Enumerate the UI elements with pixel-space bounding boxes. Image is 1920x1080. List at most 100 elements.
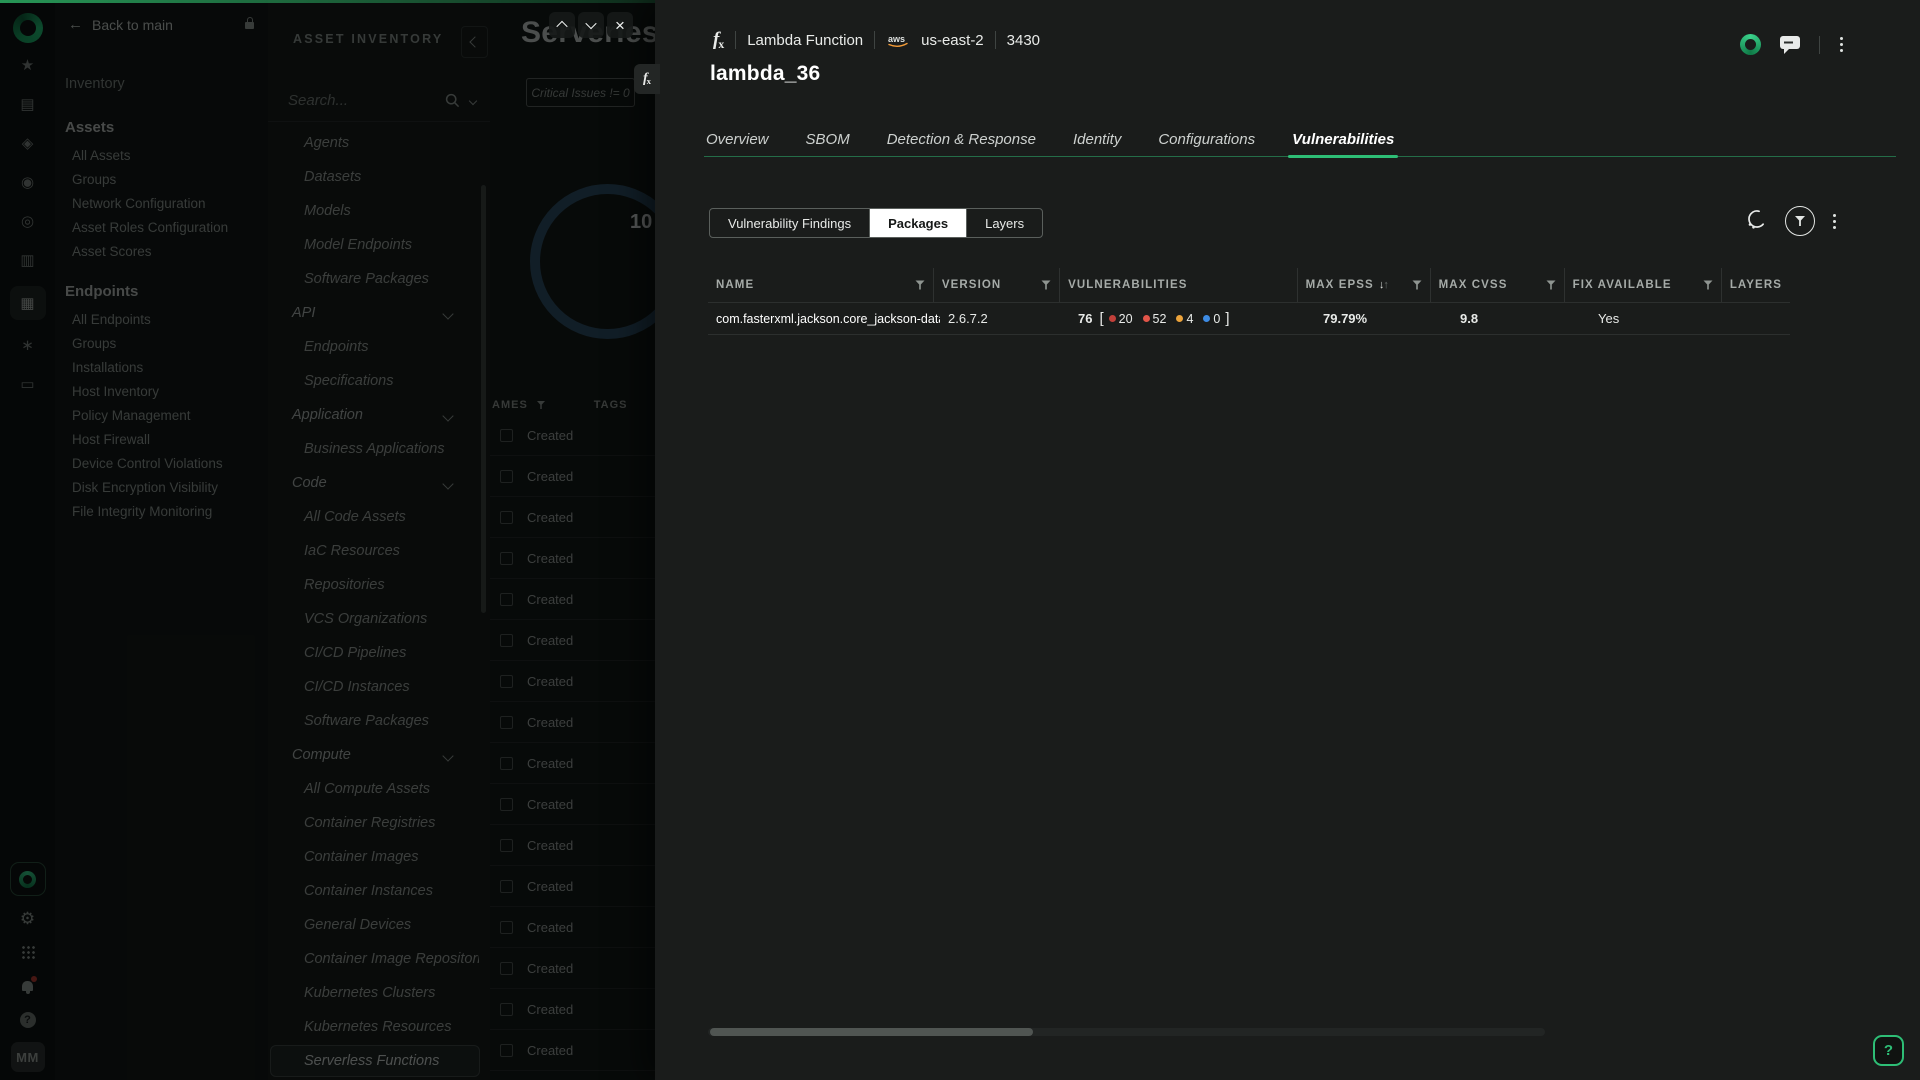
sidebar-entry[interactable]: Inventory — [55, 72, 268, 96]
tree-item[interactable]: IaC Resources — [270, 535, 480, 567]
tree-item[interactable]: Container Instances — [270, 875, 480, 907]
subtab-button[interactable]: Packages — [869, 209, 966, 237]
filter-funnel-icon[interactable] — [1042, 281, 1051, 290]
tree-item[interactable]: Endpoints — [270, 331, 480, 363]
tree-item[interactable]: General Devices — [270, 909, 480, 941]
tree-item[interactable]: All Code Assets — [270, 501, 480, 533]
sidebar-entry[interactable]: All Assets — [55, 144, 268, 168]
column-header[interactable]: MAX CVSS ↓↑ — [1430, 268, 1564, 302]
rail-nav-icon[interactable]: ▭ — [14, 371, 42, 398]
rail-bottom-item[interactable] — [21, 940, 35, 964]
rail-nav-icon[interactable]: ◉ — [14, 169, 42, 196]
sidebar-entry[interactable]: File Integrity Monitoring — [55, 500, 268, 524]
rail-nav-icon[interactable]: ∗ — [14, 332, 42, 359]
tree-item[interactable]: Business Applications — [270, 433, 480, 465]
table-row[interactable]: com.fasterxml.jackson.core_jackson-datab… — [708, 302, 1790, 335]
help-button[interactable]: ? — [1873, 1035, 1904, 1066]
drawer-tab[interactable]: Identity — [1071, 126, 1123, 156]
tree-item[interactable]: Software Packages — [270, 705, 480, 737]
column-header[interactable]: VERSION ↓↑ — [933, 268, 1059, 302]
sidebar-entry[interactable]: Asset Roles Configuration — [55, 216, 268, 240]
tree-item[interactable]: Software Packages — [270, 263, 480, 295]
filter-funnel-icon[interactable] — [1546, 281, 1555, 290]
chevron-down-icon[interactable] — [469, 96, 477, 104]
sidebar-entry[interactable]: Host Firewall — [55, 428, 268, 452]
brand-logo-icon[interactable] — [13, 13, 43, 43]
sidebar-entry[interactable]: Host Inventory — [55, 380, 268, 404]
tree-item[interactable]: All Compute Assets — [270, 773, 480, 805]
subtab-button[interactable]: Layers — [966, 209, 1042, 237]
tree-item[interactable]: Model Endpoints — [270, 229, 480, 261]
drawer-tab[interactable]: Detection & Response — [885, 126, 1038, 156]
tree-item[interactable]: Datasets — [270, 161, 480, 193]
next-asset-button[interactable] — [578, 12, 604, 38]
sidebar-entry[interactable]: All Endpoints — [55, 308, 268, 332]
tree-item[interactable]: Agents — [270, 127, 480, 159]
column-header[interactable]: FIX AVAILABLE ↓↑ — [1564, 268, 1721, 302]
drawer-tab[interactable]: Vulnerabilities — [1290, 126, 1396, 156]
drawer-tab[interactable]: Overview — [704, 126, 771, 156]
table-more-options-icon[interactable] — [1831, 212, 1838, 231]
sidebar-entry[interactable]: Groups — [55, 332, 268, 356]
sort-icon[interactable]: ↓↑ — [1379, 279, 1388, 291]
rail-bottom-item[interactable] — [22, 974, 33, 998]
sidebar-entry[interactable]: Assets — [55, 116, 268, 140]
column-header[interactable]: VULNERABILITIES ↓↑ — [1059, 268, 1296, 302]
previous-asset-button[interactable] — [549, 12, 575, 38]
tree-item[interactable]: Application — [270, 399, 480, 431]
sidebar-entry[interactable]: Disk Encryption Visibility — [55, 476, 268, 500]
rail-bottom-item[interactable] — [10, 862, 46, 896]
tree-item[interactable]: Container Registries — [270, 807, 480, 839]
rail-nav-icon[interactable]: ◈ — [14, 130, 42, 157]
tree-item[interactable]: Container Image Repositories — [270, 943, 480, 975]
sidebar-entry[interactable]: Policy Management — [55, 404, 268, 428]
subtab-button[interactable]: Vulnerability Findings — [710, 209, 869, 237]
close-drawer-button[interactable]: × — [607, 12, 633, 38]
sidebar-entry[interactable]: Endpoints — [55, 280, 268, 304]
comments-icon[interactable] — [1779, 35, 1801, 55]
tree-item[interactable]: Compute — [270, 739, 480, 771]
tree-item[interactable]: Kubernetes Clusters — [270, 977, 480, 1009]
rail-nav-icon[interactable]: ★ — [14, 52, 42, 79]
rail-nav-icon[interactable]: ◎ — [14, 208, 42, 235]
sidebar-entry[interactable]: Network Configuration — [55, 192, 268, 216]
rail-nav-icon[interactable]: ▤ — [14, 91, 42, 118]
tree-item[interactable]: VCS Organizations — [270, 603, 480, 635]
filter-funnel-icon[interactable] — [1412, 281, 1421, 290]
column-header[interactable]: MAX EPSS ↓↑ — [1297, 268, 1430, 302]
filter-button[interactable] — [1785, 206, 1815, 236]
sidebar-entry[interactable]: Groups — [55, 168, 268, 192]
sidebar-entry[interactable]: Installations — [55, 356, 268, 380]
tree-item[interactable]: Serverless Functions — [270, 1045, 480, 1077]
panel-scrollbar[interactable] — [481, 185, 486, 613]
tree-item[interactable]: Container Images — [270, 841, 480, 873]
column-header[interactable]: NAME ↓↑ — [708, 268, 933, 302]
tree-item[interactable]: Kubernetes Resources — [270, 1011, 480, 1043]
more-options-icon[interactable] — [1838, 35, 1845, 54]
sidebar-entry[interactable]: Device Control Violations — [55, 452, 268, 476]
back-to-main-link[interactable]: ← Back to main — [68, 16, 173, 33]
rail-nav-icon[interactable]: ▦ — [10, 286, 46, 320]
tree-item[interactable]: Code — [270, 467, 480, 499]
refresh-icon[interactable] — [1745, 207, 1769, 236]
rail-bottom-item[interactable]: ? — [20, 1008, 36, 1032]
search-input[interactable] — [286, 91, 435, 110]
filter-funnel-icon[interactable] — [915, 281, 924, 290]
horizontal-scrollbar-track[interactable] — [708, 1028, 1545, 1036]
horizontal-scrollbar-thumb[interactable] — [710, 1028, 1033, 1036]
sidebar-entry[interactable]: Asset Scores — [55, 240, 268, 264]
rail-bottom-item[interactable]: ⚙ — [20, 906, 35, 930]
collapse-panel-button[interactable] — [461, 26, 488, 58]
drawer-tab[interactable]: Configurations — [1156, 126, 1257, 156]
tree-item[interactable]: CI/CD Instances — [270, 671, 480, 703]
drawer-tab[interactable]: SBOM — [804, 126, 852, 156]
rail-bottom-item[interactable]: MM — [11, 1042, 45, 1072]
rail-nav-icon[interactable]: ▥ — [14, 247, 42, 274]
tree-item[interactable]: CI/CD Pipelines — [270, 637, 480, 669]
tree-item[interactable]: API — [270, 297, 480, 329]
tree-item[interactable]: Models — [270, 195, 480, 227]
tree-item[interactable]: Specifications — [270, 365, 480, 397]
orca-ring-icon[interactable] — [1740, 34, 1761, 55]
tree-item[interactable]: Repositories — [270, 569, 480, 601]
column-header[interactable]: LAYERS ↓↑ — [1721, 268, 1790, 302]
